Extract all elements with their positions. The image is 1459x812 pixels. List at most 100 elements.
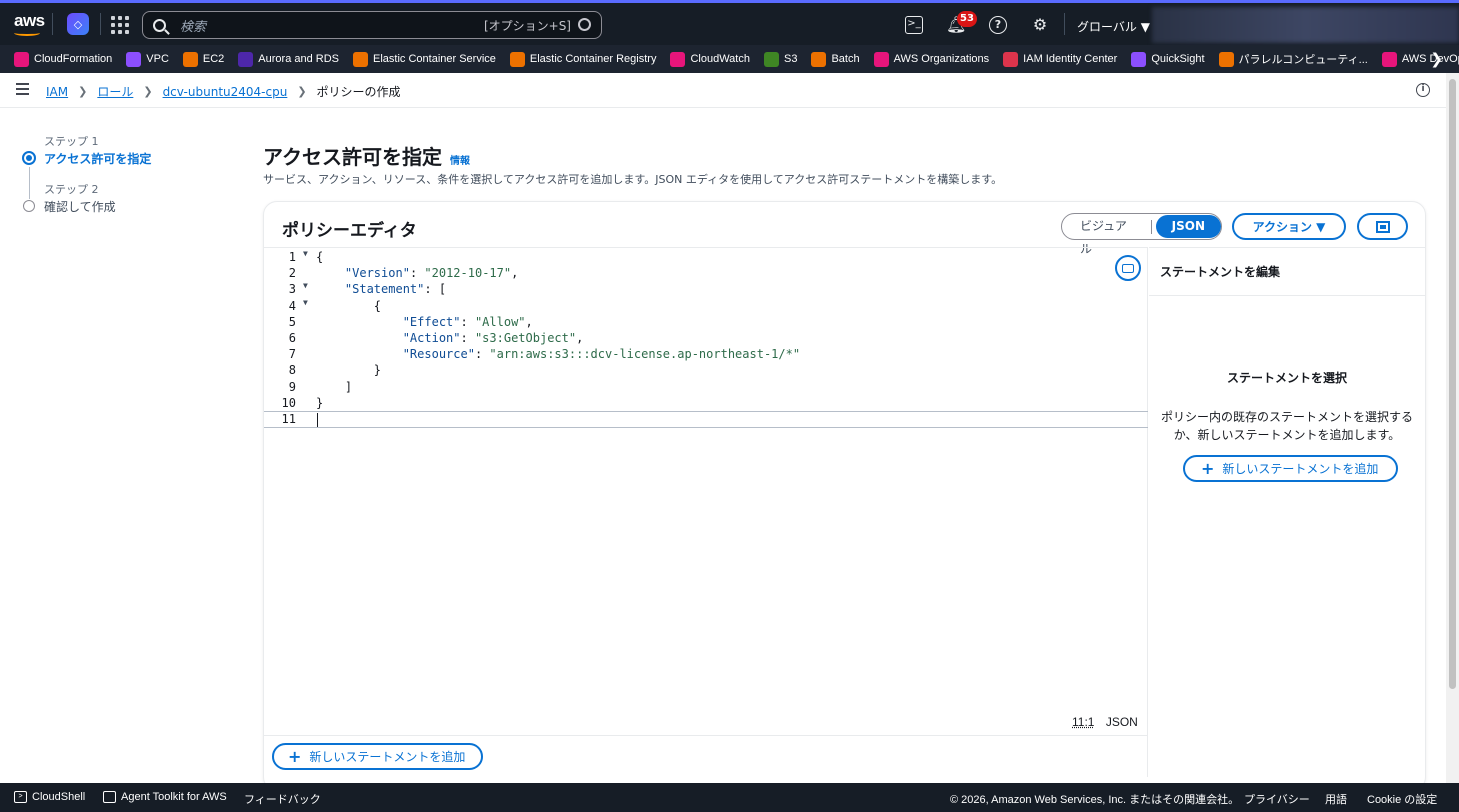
favorite-identity-center[interactable]: IAM Identity Center: [1003, 51, 1117, 67]
shortcut-icon: [578, 18, 591, 31]
aws-logo-text: aws: [14, 11, 45, 30]
json-value: "arn:aws:s3:::dcv-license.ap-northeast-1…: [489, 347, 801, 362]
fullscreen-button[interactable]: [1357, 213, 1408, 240]
info-link[interactable]: 情報: [450, 152, 470, 167]
step-2-number: ステップ 2: [44, 183, 99, 196]
cloudshell-icon[interactable]: >_: [905, 16, 923, 34]
q-developer-icon[interactable]: ◇: [67, 13, 89, 35]
favorite-label: Elastic Container Registry: [529, 53, 657, 65]
ecs-icon: [353, 51, 369, 67]
favorite-label: EC2: [202, 53, 225, 65]
favorite-ecs[interactable]: Elastic Container Service: [353, 51, 496, 67]
chevron-right-icon: ❯: [78, 85, 88, 98]
search-shortcut: [オプション+S]: [483, 19, 571, 33]
actions-dropdown-button[interactable]: アクション ▼: [1232, 213, 1346, 240]
mode-visual-button[interactable]: ビジュアル: [1066, 215, 1151, 256]
favorite-label: Batch: [831, 53, 860, 65]
add-statement-button[interactable]: + 新しいステートメントを追加: [272, 743, 484, 770]
terms-link[interactable]: 用語: [1325, 791, 1347, 807]
code-text: "Resource": "arn:aws:s3:::dcv-license.ap…: [316, 347, 800, 361]
json-code-editor[interactable]: 1 ▼{2 "Version": "2012-10-17", 3 ▼ "Stateme…: [264, 247, 1148, 735]
breadcrumb-role-name[interactable]: dcv-ubuntu2404-cpu: [163, 85, 288, 99]
code-text: ]: [316, 379, 353, 394]
breadcrumb-bar: IAM ❯ ロール ❯ dcv-ubuntu2404-cpu ❯ ポリシーの作成…: [0, 73, 1446, 108]
chevron-right-icon[interactable]: ❯: [1430, 50, 1443, 68]
favorite-s3[interactable]: S3: [763, 51, 797, 67]
favorite-ec2[interactable]: EC2: [182, 51, 225, 67]
favorite-label: Elastic Container Service: [373, 53, 496, 65]
mode-json-button[interactable]: JSON: [1155, 215, 1221, 238]
code-text: {: [316, 298, 382, 313]
code-line: 3 ▼ "Statement": [: [264, 281, 446, 298]
code-text: "Effect": "Allow",: [316, 315, 533, 329]
fold-toggle-icon[interactable]: ▼: [303, 298, 308, 307]
cloudshell-link[interactable]: > CloudShell: [14, 791, 85, 803]
favorite-aurora-rds[interactable]: Aurora and RDS: [238, 51, 339, 67]
info-icon[interactable]: i: [1416, 83, 1430, 97]
fold-toggle-icon[interactable]: ▼: [303, 281, 308, 290]
favorite-label: VPC: [146, 53, 169, 65]
chevron-right-icon: ❯: [297, 85, 307, 98]
cookie-settings-link[interactable]: Cookie の設定: [1367, 791, 1437, 807]
search-icon: [153, 18, 166, 32]
scrollbar-thumb[interactable]: [1449, 79, 1456, 689]
apps-grid-icon[interactable]: [111, 16, 129, 34]
step-2-label: 確認して作成: [44, 200, 116, 214]
breadcrumb-current: ポリシーの作成: [316, 85, 401, 99]
chevron-right-icon: ❯: [143, 85, 153, 98]
json-separator: :: [460, 331, 475, 345]
favorite-quicksight[interactable]: QuickSight: [1131, 51, 1205, 67]
toolkit-icon: [103, 791, 116, 803]
breadcrumb-iam[interactable]: IAM: [46, 85, 68, 99]
menu-icon[interactable]: [16, 83, 29, 95]
favorite-batch[interactable]: Batch: [811, 51, 860, 67]
step-1-label[interactable]: アクセス許可を指定: [44, 150, 184, 167]
cursor-position[interactable]: 11:1: [1072, 715, 1094, 729]
favorite-cloudwatch[interactable]: CloudWatch: [670, 51, 750, 67]
cloudshell-icon: >: [14, 791, 27, 803]
code-text: }: [316, 395, 324, 410]
page-title: アクセス許可を指定: [263, 145, 442, 169]
aws-logo[interactable]: aws: [14, 11, 45, 36]
copyright-text: © 2026, Amazon Web Services, Inc. またはその関…: [950, 794, 1240, 806]
json-punctuation: ,: [576, 331, 584, 345]
favorite-organizations[interactable]: AWS Organizations: [873, 51, 989, 67]
help-icon[interactable]: ?: [989, 16, 1007, 34]
favorite-vpc[interactable]: VPC: [126, 51, 169, 67]
breadcrumb: IAM ❯ ロール ❯ dcv-ubuntu2404-cpu ❯ ポリシーの作成: [46, 83, 401, 100]
code-line: 10}: [264, 396, 324, 412]
json-punctuation: ,: [511, 266, 519, 281]
fold-toggle-icon[interactable]: ▼: [303, 249, 308, 258]
gear-icon[interactable]: ⚙: [1031, 16, 1049, 34]
notification-badge: 53: [957, 11, 977, 27]
code-text: "Version": "2012-10-17",: [316, 266, 518, 280]
line-number: 5: [288, 314, 296, 329]
s3-icon: [763, 51, 779, 67]
favorite-label: QuickSight: [1151, 53, 1205, 65]
keyboard-icon[interactable]: [1115, 255, 1141, 281]
region-selector[interactable]: グローバル ▼: [1077, 18, 1150, 35]
account-menu[interactable]: [1152, 7, 1459, 43]
favorite-devops-agent[interactable]: AWS DevOps Ag: [1381, 51, 1459, 67]
side-add-statement-button[interactable]: + 新しいステートメントを追加: [1183, 455, 1399, 482]
vpc-icon: [126, 51, 142, 67]
line-number: 10: [281, 395, 296, 410]
favorite-cloudformation[interactable]: CloudFormation: [14, 51, 112, 67]
code-text: }: [316, 363, 382, 378]
breadcrumb-roles[interactable]: ロール: [97, 83, 133, 100]
search-placeholder: 検索: [180, 19, 207, 35]
language-mode: JSON: [1105, 715, 1138, 729]
json-key: "Statement": [344, 282, 425, 297]
favorite-parallel-computing[interactable]: パラレルコンピューティ...: [1218, 51, 1368, 67]
page-scrollbar[interactable]: [1446, 73, 1459, 783]
feedback-link[interactable]: フィードバック: [244, 791, 321, 807]
search-input[interactable]: 検索 [オプション+S]: [142, 11, 602, 39]
plus-icon: +: [288, 747, 302, 766]
agent-toolkit-link[interactable]: Agent Toolkit for AWS: [103, 791, 227, 803]
json-value: "2012-10-17": [424, 266, 512, 281]
privacy-link[interactable]: プライバシー: [1244, 791, 1310, 807]
favorite-ecr[interactable]: Elastic Container Registry: [509, 51, 657, 67]
